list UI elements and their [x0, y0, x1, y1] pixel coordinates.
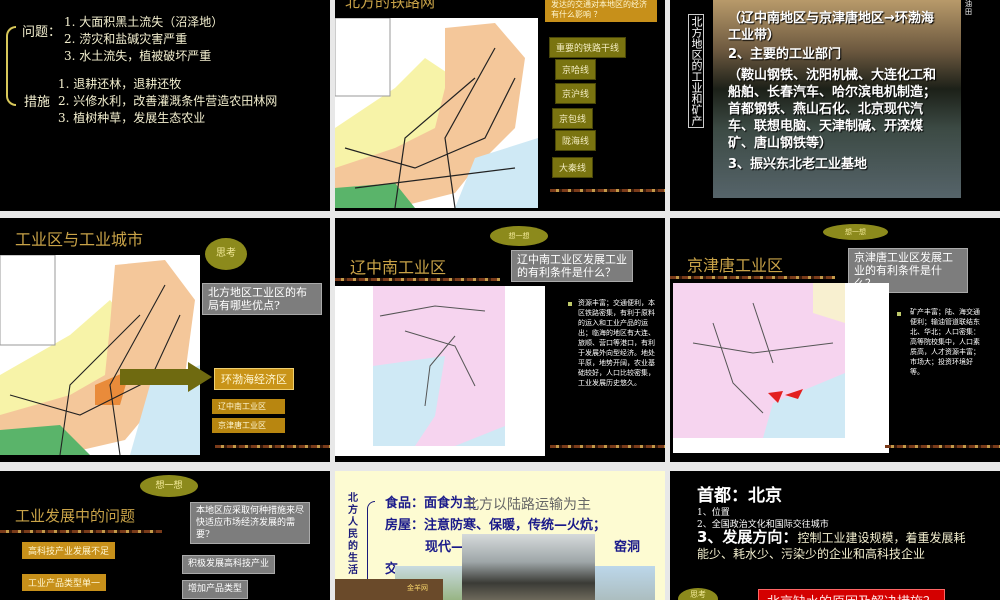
jingjintang-map	[673, 283, 889, 453]
industry-map	[0, 255, 200, 455]
measure-label: 措施	[24, 95, 51, 110]
slide-6-thumbnail[interactable]: 想一想 京津唐工业区 京津唐工业区发展工业的有利条件是什么？ 矿产丰富；陆、海交…	[670, 218, 1000, 462]
brace-icon	[6, 26, 16, 106]
bullet-icon	[568, 302, 572, 306]
tree-photo	[595, 566, 655, 600]
arrow-icon	[120, 369, 190, 385]
slide-7-thumbnail[interactable]: 想一想 工业发展中的问题 本地区应采取何种措施来尽快适应市场经济发展的需要? 高…	[0, 471, 330, 600]
divider	[550, 445, 665, 448]
measure-item: 1. 退耕还林，退耕还牧	[58, 77, 182, 91]
solution-box: 积极发展高科技产业	[182, 555, 276, 574]
divider	[550, 189, 665, 192]
badge-logo: 金羊网	[407, 584, 428, 592]
brace-icon	[367, 501, 375, 591]
problem-box: 高科技产业发展不足	[22, 542, 116, 559]
problem-item: 3. 水土流失，植被破坏严重	[64, 49, 212, 63]
subzone-box: 辽中南工业区	[212, 399, 285, 414]
slide-title: 工业发展中的问题	[15, 507, 136, 525]
slide-2-thumbnail[interactable]: 北方的铁路网 发达的交通对本地区的经济有什么影响 ？ 重要的铁路干线 京哈线 京…	[335, 0, 665, 211]
slide-title: 首都：北京	[697, 486, 782, 506]
thought-cloud: 思考	[205, 238, 247, 270]
text-line: 2、主要的工业部门	[728, 47, 842, 62]
slide-1-thumbnail[interactable]: 问题： 1. 大面积黑土流失（沼泽地） 2. 涝灾和盐碱灾害严重 3. 水土流失…	[0, 0, 330, 211]
measure-item: 2. 兴修水利，改善灌溉条件营造农田林网	[58, 94, 278, 108]
text-line: （鞍山钢铁、沈阳机械、大连化工和船舶、长春汽车、哈尔滨电机制造；首都钢铁、燕山石…	[728, 68, 937, 151]
thought-cloud: 想一想	[490, 226, 548, 246]
side-label: 北方地区的工业和矿产	[688, 14, 704, 128]
slide-8-thumbnail[interactable]: 北方人民的生活 食品：面食为主 房屋：注意防寒、保暖，传统—火炕； 现代— 窑洞 …	[335, 471, 665, 600]
item-3: 3、发展方向：控制工业建设规模，着重发展耗能少、耗水少、污染少的企业和高科技企业	[697, 528, 966, 561]
rail-jingha: 京哈线	[555, 59, 597, 80]
rail-daqin: 大秦线	[552, 157, 594, 178]
problem-box: 工业产品类型单一	[22, 574, 107, 591]
thought-cloud: 想一想	[140, 475, 198, 497]
rail-longhai: 陇海线	[555, 130, 597, 151]
measure-item: 3. 植树种草，发展生态农业	[58, 111, 206, 125]
question-box: 北京缺水的原因及解决措施？	[758, 589, 946, 600]
question-box: 辽中南工业区发展工业的有利条件是什么？	[511, 250, 633, 282]
text-line: （辽中南地区与京津唐地区→环渤海工业带）	[728, 11, 934, 43]
arrow-head-icon	[188, 362, 212, 392]
corner-label: 油田	[965, 0, 972, 16]
question-box: 发达的交通对本地区的经济有什么影响 ？	[545, 0, 657, 22]
bullet-icon	[897, 312, 901, 316]
divider	[215, 445, 330, 448]
slide-4-thumbnail[interactable]: 工业区与工业城市 思考 北方地区工业区的布局有哪些优点? 环渤海经济区 辽中南工…	[0, 218, 330, 462]
rail-jingbao: 京包线	[552, 108, 594, 129]
slide-title: 京津唐工业区	[687, 256, 784, 275]
divider	[335, 278, 500, 281]
subzone-box: 京津唐工业区	[212, 418, 285, 433]
divider	[885, 445, 1000, 448]
thought-cloud: 想一想	[823, 224, 888, 240]
slide-5-thumbnail[interactable]: 想一想 辽中南工业区 辽中南工业区发展工业的有利条件是什么？ 资源丰富；交通便利…	[335, 218, 665, 462]
slide-title: 北方的铁路网	[345, 0, 436, 11]
rail-header: 重要的铁路干线	[549, 37, 627, 58]
slide-9-thumbnail[interactable]: 首都：北京 1、位置 2、全国政治文化和国际交往城市 3、发展方向：控制工业建设…	[670, 471, 1000, 600]
railway-map	[335, 18, 538, 208]
overlay-text: 北方以陆路运输为主	[465, 497, 591, 513]
slide-3-thumbnail[interactable]: 北方地区的工业和矿产 油田 （辽中南地区与京津唐地区→环渤海工业带） 2、主要的…	[670, 0, 1000, 211]
slide-title: 辽中南工业区	[350, 258, 447, 277]
problem-label: 问题：	[22, 25, 62, 40]
rail-jinghu: 京沪线	[555, 83, 597, 104]
side-label: 北方人民的生活	[348, 493, 358, 576]
question-box: 北方地区工业区的布局有哪些优点?	[202, 283, 322, 315]
answer-text: 矿产丰富；陆、海交通便利；输油管道联结东北、华北；人口密集：高等院校集中，人口素…	[910, 308, 980, 376]
text-line: 3、振兴东北老工业基地	[728, 157, 868, 172]
liaozhongnan-map	[335, 286, 545, 456]
answer-text: 资源丰富；交通便利，本区铁路密集，有利于原料的运入和工业产品的运出；临海的地区有…	[578, 299, 655, 387]
problem-item: 2. 涝灾和盐碱灾害严重	[64, 32, 188, 46]
question-box: 本地区应采取何种措施来尽快适应市场经济发展的需要?	[190, 502, 310, 544]
solution-box: 增加产品类型	[182, 580, 249, 599]
divider	[670, 276, 835, 279]
thought-cloud: 思考	[678, 588, 718, 600]
zone-box: 环渤海经济区	[214, 368, 294, 390]
divider	[0, 530, 162, 533]
train-photo	[462, 534, 595, 600]
slide-title: 工业区与工业城市	[15, 230, 144, 249]
problem-item: 1. 大面积黑土流失（沼泽地）	[64, 15, 224, 29]
